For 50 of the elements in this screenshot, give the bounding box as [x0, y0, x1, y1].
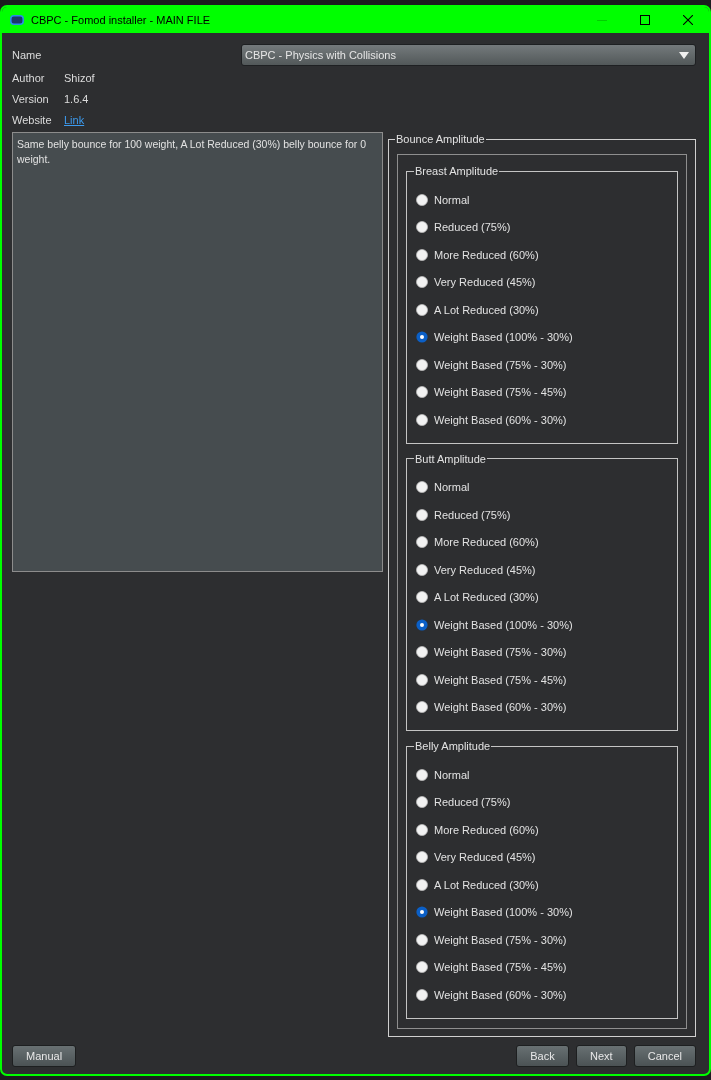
radio-option[interactable]: Weight Based (100% - 30%): [416, 611, 668, 639]
dialog-button[interactable]: Next: [575, 1044, 627, 1067]
minimize-icon: [596, 19, 607, 21]
group-title: Belly Amplitude: [414, 739, 492, 753]
radio-option[interactable]: A Lot Reduced (30%): [416, 583, 668, 611]
radio-option[interactable]: Weight Based (75% - 45%): [416, 666, 668, 694]
radio-option[interactable]: Weight Based (75% - 45%): [416, 378, 668, 406]
field-label: Version: [12, 92, 50, 105]
close-icon: [682, 15, 693, 25]
radio-option[interactable]: A Lot Reduced (30%): [416, 871, 668, 899]
radio-option[interactable]: Reduced (75%): [416, 501, 668, 529]
dialog-button[interactable]: Cancel: [633, 1044, 696, 1067]
field-label: Website: [12, 113, 53, 126]
radio-option[interactable]: More Reduced (60%): [416, 528, 668, 556]
maximize-icon: [639, 15, 650, 25]
website-link[interactable]: Link: [64, 113, 85, 126]
radio-option[interactable]: Very Reduced (45%): [416, 556, 668, 584]
field-value: Shizof: [64, 71, 95, 84]
radio-option[interactable]: Very Reduced (45%): [416, 843, 668, 871]
radio-option[interactable]: Weight Based (100% - 30%): [416, 898, 668, 926]
radio-option[interactable]: Weight Based (100% - 30%): [416, 323, 668, 351]
radio-option[interactable]: Weight Based (60% - 30%): [416, 693, 668, 721]
field-label: Author: [12, 71, 46, 84]
app-icon: [10, 15, 24, 25]
group-title: Butt Amplitude: [414, 451, 487, 466]
radio-option[interactable]: More Reduced (60%): [416, 816, 668, 844]
field-value: 1.6.4: [64, 92, 89, 105]
caret-icon: [679, 51, 689, 59]
window-title: CBPC - Fomod installer - MAIN FILE: [31, 14, 212, 26]
dialog-button[interactable]: Back: [516, 1044, 569, 1067]
group-title: Bounce Amplitude: [395, 132, 486, 146]
radio-option[interactable]: Weight Based (60% - 30%): [416, 981, 668, 1009]
radio-option[interactable]: Reduced (75%): [416, 788, 668, 816]
radio-option[interactable]: Normal: [416, 473, 668, 501]
radio-option[interactable]: Weight Based (60% - 30%): [416, 406, 668, 434]
description-text-area: Same belly bounce for 100 weight, A Lot Reduced (30%) belly bounce for 0 weight.: [12, 132, 383, 572]
radio-option[interactable]: More Reduced (60%): [416, 241, 668, 269]
dialog-button[interactable]: Manual: [12, 1044, 77, 1067]
name-dropdown[interactable]: CBPC - Physics with Collisions: [241, 44, 696, 66]
radio-option[interactable]: Weight Based (75% - 30%): [416, 351, 668, 379]
radio-option[interactable]: Normal: [416, 186, 668, 214]
radio-option[interactable]: Weight Based (75% - 30%): [416, 638, 668, 666]
radio-option[interactable]: Weight Based (75% - 30%): [416, 926, 668, 954]
radio-option[interactable]: Weight Based (75% - 45%): [416, 953, 668, 981]
radio-option[interactable]: Normal: [416, 761, 668, 789]
radio-option[interactable]: Very Reduced (45%): [416, 268, 668, 296]
radio-option[interactable]: A Lot Reduced (30%): [416, 296, 668, 324]
radio-option[interactable]: Reduced (75%): [416, 213, 668, 241]
group-title: Breast Amplitude: [414, 164, 500, 178]
field-label: Name: [12, 49, 43, 61]
